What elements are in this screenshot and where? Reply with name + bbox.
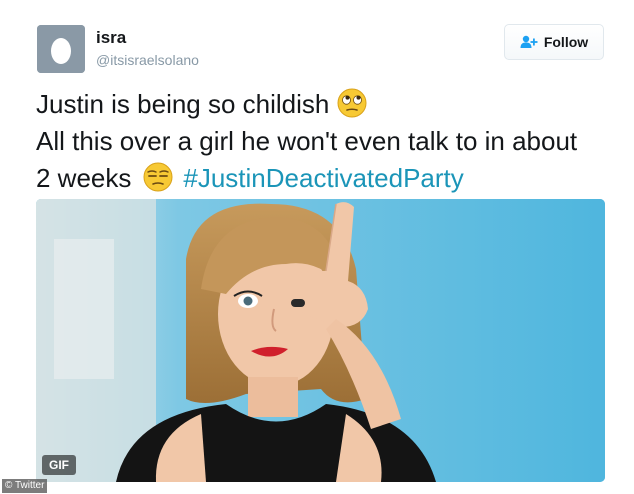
follow-button-label: Follow bbox=[543, 34, 589, 50]
follow-button[interactable]: Follow bbox=[504, 24, 604, 60]
hashtag-link[interactable]: #JustinDeactivatedParty bbox=[183, 163, 463, 193]
tweet-line-1: Justin is being so childish bbox=[36, 86, 616, 123]
gif-image bbox=[36, 199, 605, 482]
eye-roll-emoji-icon bbox=[337, 88, 367, 118]
tweet-line-3: 2 weeks #JustinDeactivatedParty bbox=[36, 160, 616, 197]
egg-avatar-icon bbox=[37, 25, 85, 73]
user-handle[interactable]: @itsisraelsolano bbox=[96, 52, 199, 68]
tweet-line-1-text: Justin is being so childish bbox=[36, 89, 330, 119]
tweet-media-gif[interactable] bbox=[36, 199, 605, 482]
gif-badge: GIF bbox=[42, 455, 76, 475]
unamused-emoji-icon bbox=[143, 162, 173, 192]
tweet-text: Justin is being so childish All this ove… bbox=[36, 86, 616, 197]
tweet-line-2: All this over a girl he won't even talk … bbox=[36, 126, 578, 156]
add-user-icon bbox=[520, 35, 538, 48]
image-credit: © Twitter bbox=[2, 479, 48, 493]
avatar[interactable] bbox=[37, 25, 85, 73]
display-name[interactable]: isra bbox=[96, 28, 126, 48]
tweet-line-3-text: 2 weeks bbox=[36, 163, 132, 193]
